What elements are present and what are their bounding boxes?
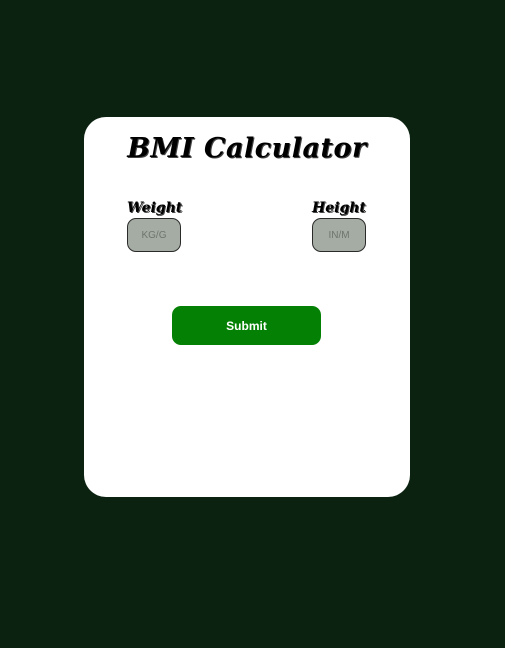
weight-label: Weight xyxy=(127,200,183,216)
height-input[interactable] xyxy=(312,218,366,252)
page-title: BMI Calculator xyxy=(127,133,367,164)
submit-button[interactable]: Submit xyxy=(172,306,321,345)
height-field-group: Height xyxy=(312,199,372,252)
weight-field-group: Weight xyxy=(127,199,187,252)
weight-input[interactable] xyxy=(127,218,181,252)
height-label: Height xyxy=(312,200,366,216)
bmi-calculator-card: BMI Calculator Weight Height Submit xyxy=(84,117,410,497)
